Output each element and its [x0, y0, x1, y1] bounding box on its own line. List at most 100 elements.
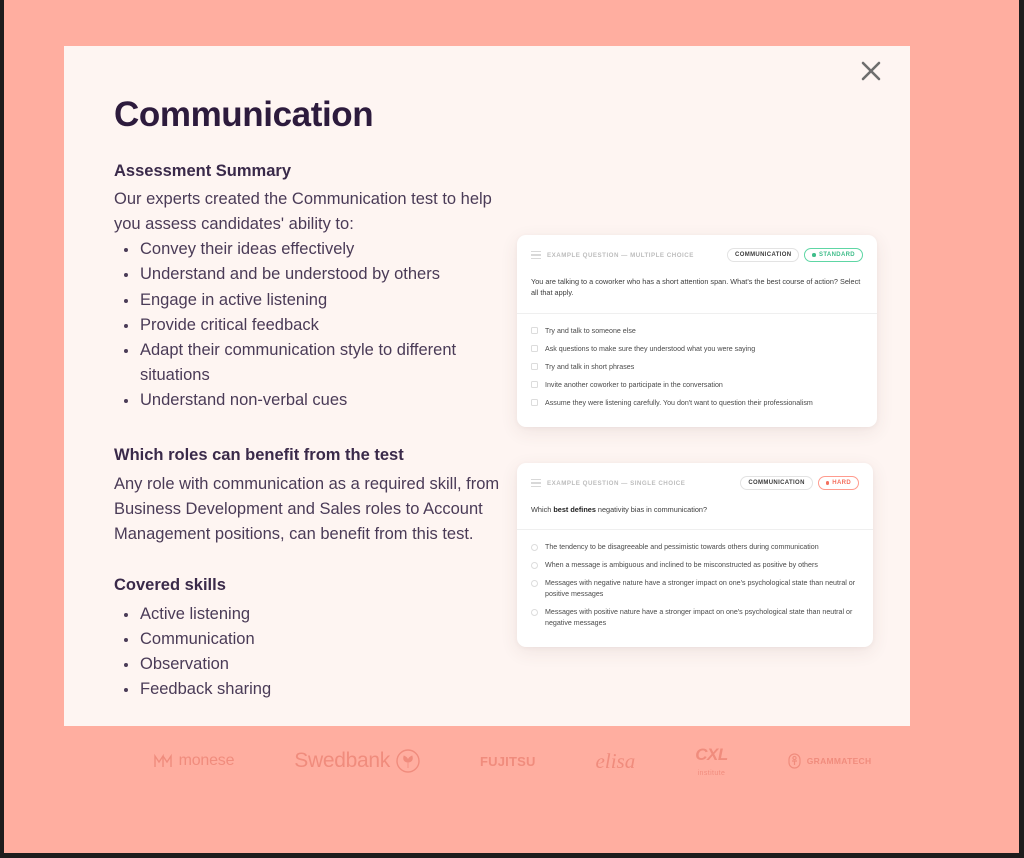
checkbox-icon[interactable] — [531, 327, 538, 335]
card-header-left: EXAMPLE QUESTION — MULTIPLE CHOICE — [531, 250, 694, 260]
list-lines-icon — [531, 250, 541, 260]
category-badge: COMMUNICATION — [727, 248, 800, 262]
list-item: Provide critical feedback — [114, 313, 504, 338]
list-item: Communication — [114, 627, 504, 652]
card-kicker: EXAMPLE QUESTION — MULTIPLE CHOICE — [547, 251, 694, 259]
card-question-text: You are talking to a coworker who has a … — [517, 262, 877, 314]
close-icon-glyph — [861, 61, 881, 81]
logo-sublabel: institute — [697, 769, 726, 777]
section-heading: Covered skills — [114, 575, 226, 594]
list-item: Observation — [114, 652, 504, 677]
section-paragraph: Any role with communication as a require… — [114, 474, 500, 543]
section-heading: Assessment Summary — [114, 161, 292, 180]
radio-icon[interactable] — [531, 543, 538, 551]
logo-cxl: CXL institute — [695, 746, 728, 777]
card-options-list: Try and talk to someone else Ask questio… — [517, 314, 877, 427]
checkbox-icon[interactable] — [531, 381, 538, 389]
list-item: Engage in active listening — [114, 288, 504, 313]
option-row[interactable]: Messages with negative nature have a str… — [531, 578, 859, 600]
radio-icon[interactable] — [531, 561, 538, 569]
option-label: When a message is ambiguous and inclined… — [545, 561, 818, 570]
modal-body: Communication Assessment Summary Our exp… — [64, 46, 910, 702]
logo-swedbank: Swedbank — [294, 749, 420, 773]
checkbox-icon[interactable] — [531, 399, 538, 407]
option-row[interactable]: Try and talk in short phrases — [531, 362, 863, 373]
status-badge: STANDARD — [804, 248, 863, 262]
option-row[interactable]: Assume they were listening carefully. Yo… — [531, 398, 863, 409]
list-item: Convey their ideas effectively — [114, 237, 504, 262]
section-heading: Which roles can benefit from the test — [114, 445, 404, 464]
category-badge: COMMUNICATION — [740, 476, 813, 490]
question-emphasis: best defines — [553, 505, 596, 514]
example-question-card: EXAMPLE QUESTION — SINGLE CHOICE COMMUNI… — [517, 463, 873, 648]
logo-label: elisa — [595, 748, 636, 773]
page-title: Communication — [114, 95, 374, 134]
card-header: EXAMPLE QUESTION — SINGLE CHOICE COMMUNI… — [517, 463, 873, 490]
list-item: Feedback sharing — [114, 677, 504, 702]
option-label: Try and talk in short phrases — [545, 362, 635, 371]
option-row[interactable]: Try and talk to someone else — [531, 326, 863, 337]
card-options-list: The tendency to be disagreeable and pess… — [517, 530, 873, 647]
card-header-left: EXAMPLE QUESTION — SINGLE CHOICE — [531, 478, 686, 488]
checkbox-icon[interactable] — [531, 345, 538, 353]
logo-monese: monese — [153, 752, 235, 770]
option-label: Ask questions to make sure they understo… — [545, 344, 756, 353]
logo-label: CXL — [695, 744, 728, 764]
close-icon[interactable] — [854, 54, 888, 88]
logo-label: FUJITSU — [479, 753, 536, 769]
card-header: EXAMPLE QUESTION — MULTIPLE CHOICE COMMU… — [517, 235, 877, 262]
option-label: Invite another coworker to participate i… — [545, 380, 723, 389]
option-label: Messages with negative nature have a str… — [545, 579, 856, 599]
swedbank-oak-icon — [396, 749, 420, 773]
section-covered-skills: Covered skills Active listening Communic… — [114, 573, 504, 702]
status-badge-label: HARD — [832, 480, 851, 486]
option-label: The tendency to be disagreeable and pess… — [545, 543, 819, 552]
grammatech-mark-icon — [788, 753, 801, 769]
question-prefix: You are talking to a coworker who has a … — [531, 277, 861, 298]
logo-label: GRAMMATECH — [806, 756, 872, 766]
logo-label: monese — [178, 752, 235, 769]
covered-skills-list: Active listening Communication Observati… — [114, 602, 504, 702]
status-dot-icon — [812, 253, 816, 257]
option-label: Assume they were listening carefully. Yo… — [545, 398, 813, 407]
logo-fujitsu: FUJITSU — [480, 754, 536, 769]
list-item: Understand non-verbal cues — [114, 388, 504, 413]
status-badge-label: STANDARD — [818, 252, 855, 258]
card-badges: COMMUNICATION STANDARD — [727, 248, 863, 262]
list-item: Adapt their communication style to diffe… — [114, 338, 504, 388]
section-assessment-summary: Assessment Summary Our experts created t… — [114, 159, 504, 413]
logo-label: Swedbank — [294, 749, 390, 772]
status-dot-icon — [825, 481, 830, 485]
question-prefix: Which — [531, 505, 554, 514]
checkbox-icon[interactable] — [531, 363, 538, 371]
customer-logo-bar: monese Swedbank FUJITSU elisa CXL instit… — [0, 726, 1024, 796]
logo-grammatech: GRAMMATECH — [788, 753, 872, 769]
option-label: Messages with positive nature have a str… — [545, 608, 853, 628]
window-edge-bottom — [0, 853, 1024, 858]
logo-elisa: elisa — [596, 749, 636, 774]
status-badge: HARD — [817, 476, 859, 490]
option-row[interactable]: Messages with positive nature have a str… — [531, 607, 859, 629]
example-question-card: EXAMPLE QUESTION — MULTIPLE CHOICE COMMU… — [517, 235, 877, 427]
option-row[interactable]: The tendency to be disagreeable and pess… — [531, 542, 859, 553]
card-question-text: Which best defines negativity bias in co… — [517, 490, 873, 531]
option-label: Try and talk to someone else — [545, 326, 636, 335]
section-paragraph: Our experts created the Communication te… — [114, 190, 492, 234]
description-column: Communication Assessment Summary Our exp… — [114, 95, 514, 702]
section-which-roles: Which roles can benefit from the test An… — [114, 443, 504, 547]
card-kicker: EXAMPLE QUESTION — SINGLE CHOICE — [547, 479, 686, 487]
monese-mark-icon — [153, 753, 172, 767]
test-detail-modal: Communication Assessment Summary Our exp… — [64, 46, 910, 726]
option-row[interactable]: Invite another coworker to participate i… — [531, 380, 863, 391]
example-questions-column: EXAMPLE QUESTION — MULTIPLE CHOICE COMMU… — [514, 96, 910, 702]
question-suffix: negativity bias in communication? — [595, 505, 708, 514]
radio-icon[interactable] — [531, 579, 538, 587]
option-row[interactable]: Ask questions to make sure they understo… — [531, 344, 863, 355]
option-row[interactable]: When a message is ambiguous and inclined… — [531, 560, 859, 571]
card-badges: COMMUNICATION HARD — [740, 476, 859, 490]
window-edge-right — [1019, 0, 1024, 858]
list-item: Active listening — [114, 602, 504, 627]
radio-icon[interactable] — [531, 608, 538, 616]
